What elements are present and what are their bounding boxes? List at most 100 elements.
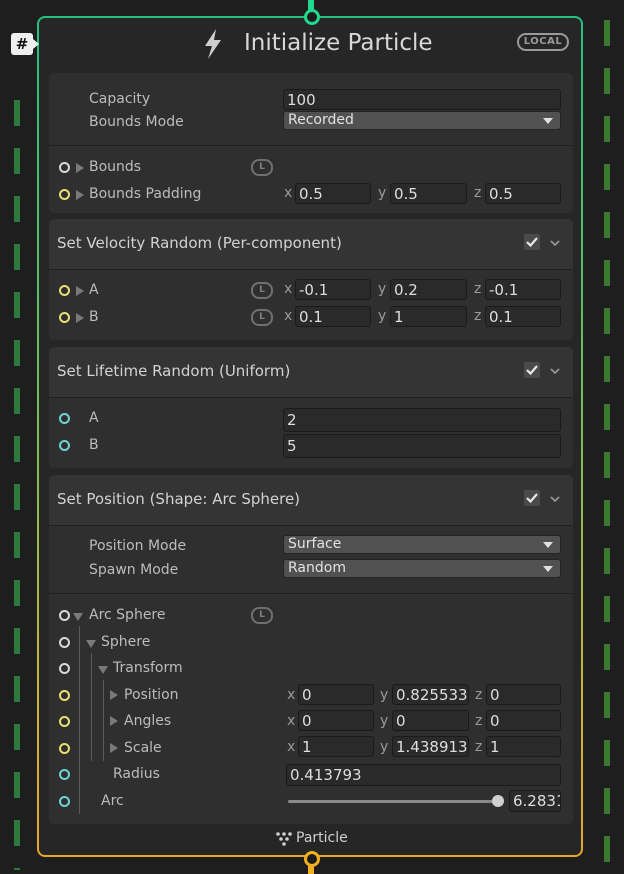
velocity-block-title: Set Velocity Random (Per-component) <box>57 234 342 252</box>
position-port[interactable] <box>59 690 70 701</box>
expand-arrow-icon[interactable] <box>76 163 84 173</box>
link-local-icon[interactable]: L <box>251 282 273 299</box>
radius-port[interactable] <box>59 769 70 780</box>
chevron-down-icon[interactable] <box>549 237 561 249</box>
angles-y-field[interactable]: 0 <box>392 710 469 731</box>
arc-sphere-label: Arc Sphere <box>89 607 166 623</box>
position-y-field[interactable]: 0.825533 <box>392 684 469 705</box>
axis-x-label: x <box>287 739 296 755</box>
radius-label: Radius <box>113 766 160 782</box>
bounds-label: Bounds <box>89 159 142 175</box>
arc-sphere-port[interactable] <box>59 610 70 621</box>
checkmark-icon <box>526 237 538 248</box>
velocity-b-x-field[interactable]: 0.1 <box>295 306 371 327</box>
expand-arrow-icon[interactable] <box>76 313 84 323</box>
collapse-arrow-icon[interactable] <box>98 666 108 674</box>
velocity-b-y-field[interactable]: 1 <box>390 306 467 327</box>
velocity-a-y-field[interactable]: 0.2 <box>390 279 467 300</box>
bounds-padding-y-field[interactable]: 0.5 <box>390 183 467 204</box>
lightning-icon <box>205 29 221 59</box>
particle-icon <box>276 832 292 846</box>
link-local-icon[interactable]: L <box>251 309 273 326</box>
enabled-checkbox[interactable] <box>524 490 540 506</box>
velocity-a-x-field[interactable]: -0.1 <box>295 279 371 300</box>
collapse-arrow-icon[interactable] <box>86 640 96 648</box>
scale-label: Scale <box>124 740 162 756</box>
expand-arrow-icon[interactable] <box>110 716 118 726</box>
scale-y-field[interactable]: 1.438913 <box>392 736 469 757</box>
angles-x-field[interactable]: 0 <box>298 710 374 731</box>
capacity-field[interactable]: 100 <box>283 89 561 110</box>
flow-input-port[interactable] <box>304 9 320 25</box>
chevron-down-icon[interactable] <box>549 493 561 505</box>
velocity-a-z-field[interactable]: -0.1 <box>485 279 561 300</box>
axis-z-label: z <box>474 281 482 297</box>
arc-slider-handle[interactable] <box>492 795 504 807</box>
sphere-label: Sphere <box>101 634 151 650</box>
enabled-checkbox[interactable] <box>524 234 540 250</box>
bounds-padding-port[interactable] <box>59 189 70 200</box>
enabled-checkbox[interactable] <box>524 362 540 378</box>
position-block-title: Set Position (Shape: Arc Sphere) <box>57 490 301 508</box>
link-local-icon[interactable]: L <box>251 159 273 176</box>
link-local-icon[interactable]: L <box>251 607 273 624</box>
expand-arrow-icon[interactable] <box>76 286 84 296</box>
position-label: Position <box>124 687 179 703</box>
scale-port[interactable] <box>59 743 70 754</box>
position-x-field[interactable]: 0 <box>298 684 374 705</box>
node-title: Initialize Particle <box>244 30 433 56</box>
output-type-label: Particle <box>296 830 348 846</box>
lifetime-a-port[interactable] <box>59 413 70 424</box>
bounds-mode-label: Bounds Mode <box>89 114 184 130</box>
arc-slider-track[interactable] <box>288 800 498 803</box>
position-mode-dropdown[interactable]: Surface <box>283 535 561 554</box>
axis-y-label: y <box>380 739 389 755</box>
scale-x-field[interactable]: 1 <box>298 736 374 757</box>
expand-arrow-icon[interactable] <box>110 690 118 700</box>
tree-guide <box>91 653 92 761</box>
velocity-a-port[interactable] <box>59 285 70 296</box>
lifetime-block-title: Set Lifetime Random (Uniform) <box>57 362 291 380</box>
tree-guide <box>103 680 104 761</box>
spawn-mode-dropdown[interactable]: Random <box>283 559 561 578</box>
expand-arrow-icon[interactable] <box>76 190 84 200</box>
arc-value-field[interactable]: 6.2831 <box>509 790 561 812</box>
space-local-badge[interactable]: LOCAL <box>517 33 569 51</box>
edge-right <box>604 20 610 870</box>
block-header[interactable]: Set Position (Shape: Arc Sphere) <box>49 475 573 526</box>
checkmark-icon <box>526 365 538 376</box>
lifetime-a-label: A <box>89 410 99 426</box>
bounds-mode-dropdown[interactable]: Recorded <box>283 111 561 130</box>
axis-y-label: y <box>380 713 389 729</box>
block-header[interactable]: Set Lifetime Random (Uniform) <box>49 347 573 398</box>
lifetime-a-field[interactable]: 2 <box>283 408 561 432</box>
bounds-port[interactable] <box>59 162 70 173</box>
expand-arrow-icon[interactable] <box>110 743 118 753</box>
position-mode-label: Position Mode <box>89 538 187 554</box>
velocity-a-label: A <box>89 282 99 298</box>
transform-port[interactable] <box>59 663 70 674</box>
lifetime-b-field[interactable]: 5 <box>283 434 561 458</box>
radius-field[interactable]: 0.413793 <box>286 764 561 786</box>
axis-x-label: x <box>287 687 296 703</box>
lifetime-b-port[interactable] <box>59 440 70 451</box>
arc-port[interactable] <box>59 796 70 807</box>
axis-x-label: x <box>284 308 293 324</box>
angles-port[interactable] <box>59 716 70 727</box>
velocity-b-z-field[interactable]: 0.1 <box>485 306 561 327</box>
block-header[interactable]: Set Velocity Random (Per-component) <box>49 219 573 270</box>
bounds-padding-x-field[interactable]: 0.5 <box>295 183 371 204</box>
angles-z-field[interactable]: 0 <box>486 710 561 731</box>
sphere-port[interactable] <box>59 637 70 648</box>
axis-x-label: x <box>284 281 293 297</box>
bounds-padding-z-field[interactable]: 0.5 <box>485 183 561 204</box>
collapse-arrow-icon[interactable] <box>73 613 83 621</box>
velocity-b-port[interactable] <box>59 312 70 323</box>
axis-z-label: z <box>475 713 483 729</box>
tree-guide <box>79 626 80 814</box>
scale-z-field[interactable]: 1 <box>486 736 561 757</box>
chevron-down-icon[interactable] <box>549 365 561 377</box>
axis-y-label: y <box>380 687 389 703</box>
position-z-field[interactable]: 0 <box>486 684 561 705</box>
transform-label: Transform <box>113 660 183 676</box>
